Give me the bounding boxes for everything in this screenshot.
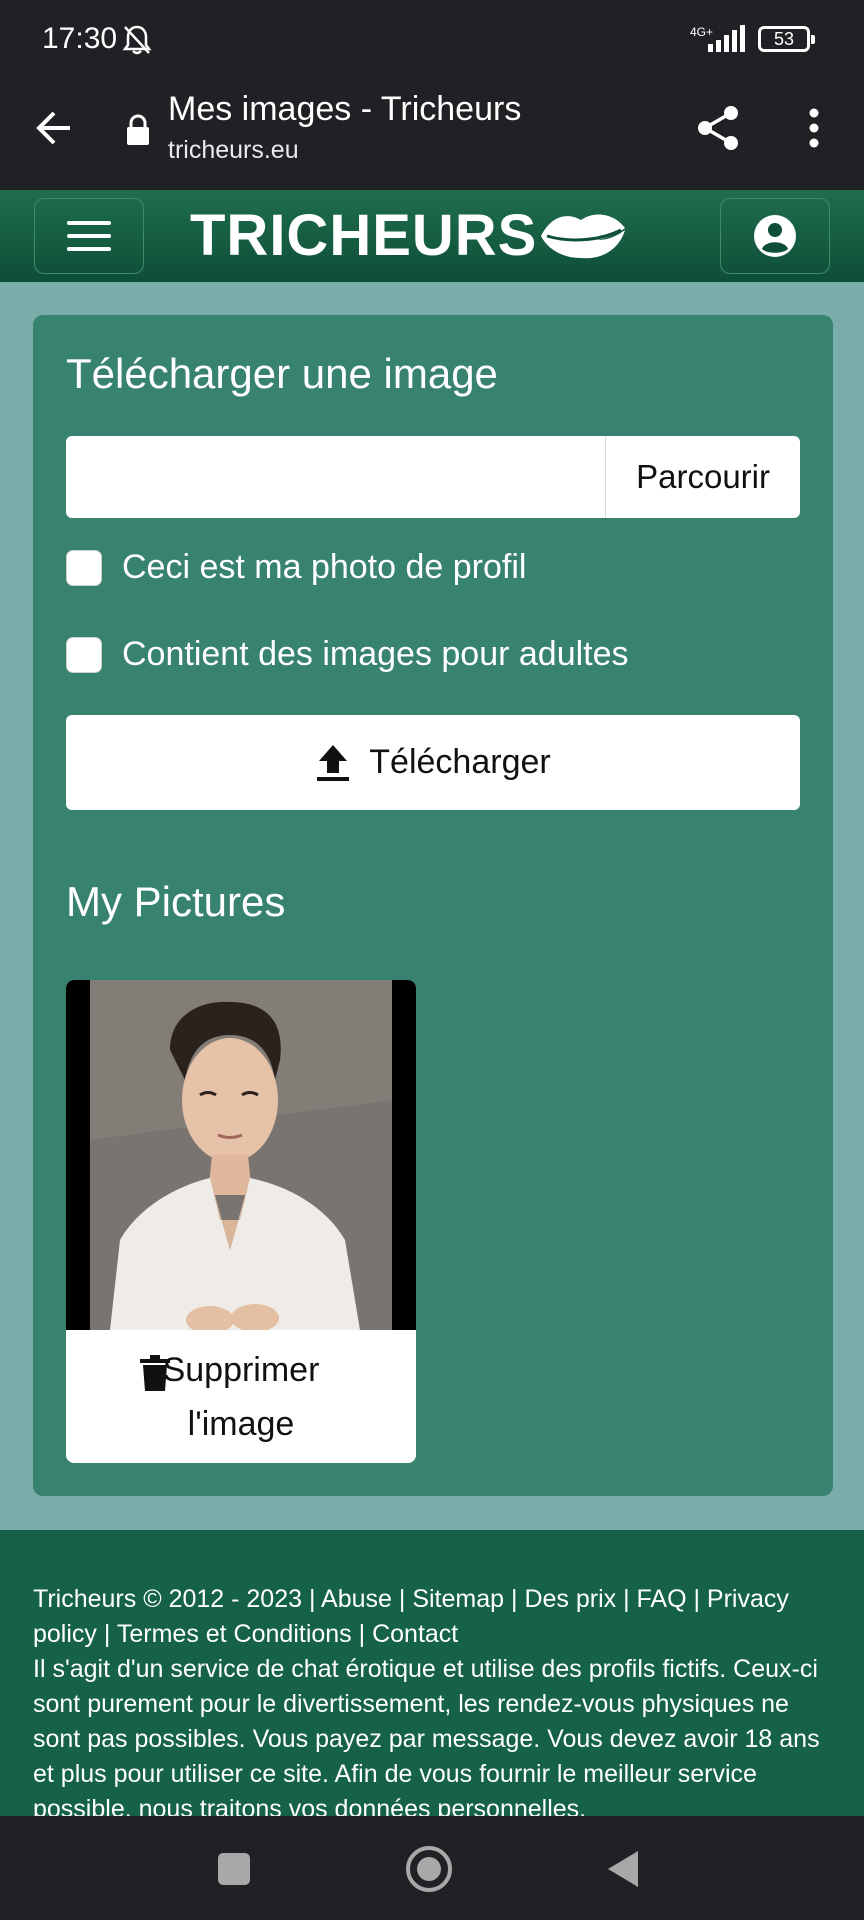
upload-card: Télécharger une image Parcourir Ceci est… [33,315,833,1496]
adult-content-checkbox[interactable] [66,636,102,673]
share-button[interactable] [690,100,746,156]
upload-button-label: Télécharger [369,743,551,781]
user-icon [754,215,796,257]
footer-link-prices[interactable]: Des prix [524,1585,616,1613]
site-header: TRICHEURS [0,190,864,282]
delete-picture-button[interactable]: Supprimer l'image [66,1330,416,1463]
page-url[interactable]: tricheurs.eu [168,136,299,165]
page-title[interactable]: Mes images - Tricheurs [168,90,521,129]
trash-icon [140,1355,170,1391]
my-pictures-heading: My Pictures [66,878,286,925]
browser-toolbar: Mes images - Tricheurs tricheurs.eu [0,78,864,190]
network-type: 4G+ [690,25,713,39]
system-back-button[interactable] [608,1851,638,1887]
home-button[interactable] [406,1846,452,1892]
profile-photo [90,980,392,1330]
back-button[interactable] [26,100,82,156]
system-nav-bar [0,1816,864,1920]
lock-icon[interactable] [120,108,156,152]
footer: Tricheurs © 2012 - 2023 | Abuse | Sitema… [0,1530,864,1816]
footer-link-abuse[interactable]: Abuse [321,1585,392,1613]
upload-heading: Télécharger une image [66,350,498,397]
upload-icon [317,744,350,781]
battery-indicator: 53 [758,26,815,52]
browse-button[interactable]: Parcourir [605,436,800,518]
site-logo[interactable]: TRICHEURS [190,202,629,268]
more-options-button[interactable] [790,100,838,156]
footer-link-contact[interactable]: Contact [372,1620,458,1648]
file-input[interactable]: Parcourir [66,436,800,518]
menu-toggle-button[interactable] [34,198,144,274]
footer-copyright: Tricheurs © 2012 - 2023 [33,1585,303,1613]
footer-link-sitemap[interactable]: Sitemap [412,1585,504,1613]
signal-icon: 4G+ [690,25,745,52]
logo-text: TRICHEURS [190,202,538,268]
footer-link-terms[interactable]: Termes et Conditions [117,1620,352,1648]
lips-icon [541,214,626,259]
recents-button[interactable] [218,1853,250,1885]
arrow-left-icon [36,111,70,145]
profile-photo-option[interactable]: Ceci est ma photo de profil [66,548,526,587]
more-vert-icon [809,108,819,148]
footer-links: Tricheurs © 2012 - 2023 | Abuse | Sitema… [33,1585,789,1648]
profile-photo-label[interactable]: Ceci est ma photo de profil [122,548,526,587]
hamburger-icon [67,221,111,225]
upload-button[interactable]: Télécharger [66,715,800,810]
adult-content-option[interactable]: Contient des images pour adultes [66,635,629,674]
adult-content-label[interactable]: Contient des images pour adultes [122,635,629,674]
picture-card: Supprimer l'image [66,980,416,1463]
status-bar: 17:30 4G+ 53 [0,0,864,78]
user-account-button[interactable] [720,198,830,274]
share-icon [698,106,738,150]
footer-link-faq[interactable]: FAQ [637,1585,687,1613]
status-time: 17:30 [42,22,118,55]
bell-off-icon [122,25,152,55]
profile-photo-checkbox[interactable] [66,549,102,586]
picture-thumbnail[interactable] [66,980,416,1330]
footer-disclaimer: Il s'agit d'un service de chat érotique … [33,1655,820,1816]
